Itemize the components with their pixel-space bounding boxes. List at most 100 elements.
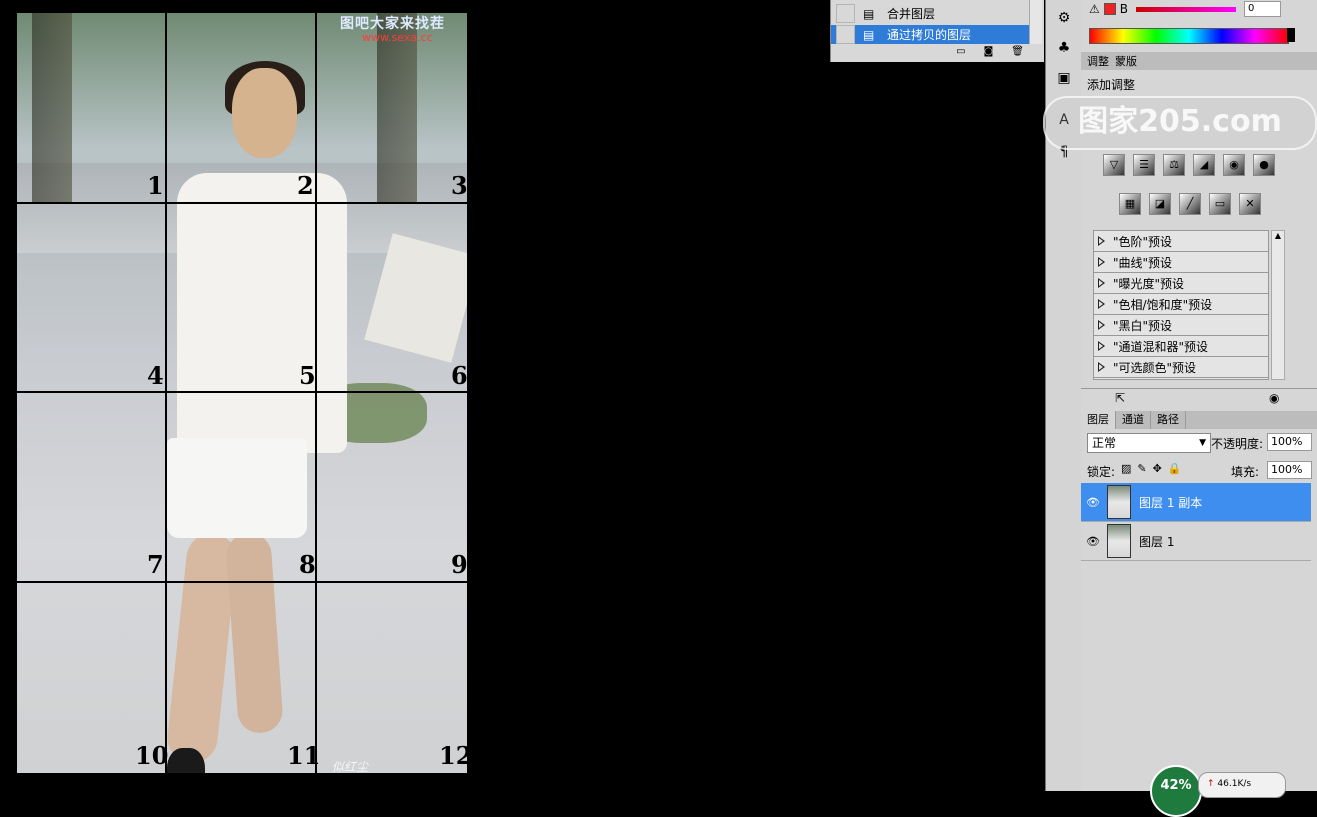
snapshot-icon[interactable]: ◙: [984, 46, 994, 62]
preset-label: "可选颜色"预设: [1113, 360, 1197, 375]
layers-panel-tabs: 图层 通道 路径: [1081, 411, 1317, 429]
expand-triangle-icon: [1098, 362, 1105, 372]
chevron-down-icon: ▼: [1199, 438, 1206, 448]
color-spectrum[interactable]: [1089, 28, 1289, 44]
watermark-title: 图吧大家来找茬: [340, 16, 445, 32]
tab-masks[interactable]: 蒙版: [1115, 53, 1137, 69]
color-swatch[interactable]: [1103, 3, 1116, 15]
channel-value-input[interactable]: 0: [1244, 1, 1281, 17]
watermark-url: www.sexa.cc: [362, 31, 433, 44]
channel-label: B: [1119, 2, 1128, 16]
history-item-merge[interactable]: ▤ 合并图层: [831, 4, 1029, 23]
tab-channels[interactable]: 通道: [1116, 411, 1151, 429]
expand-triangle-icon: [1098, 341, 1105, 351]
history-snapshot-checkbox[interactable]: [836, 4, 855, 23]
grid-line: [17, 202, 467, 204]
photo-filter-icon[interactable]: ◉: [1223, 154, 1245, 176]
lock-image-icon[interactable]: ✎: [1137, 462, 1146, 475]
expand-triangle-icon: [1098, 320, 1105, 330]
lock-transparent-icon[interactable]: ▨: [1121, 462, 1131, 475]
layer-row[interactable]: 👁 图层 1 副本: [1081, 483, 1311, 522]
color-balance-icon[interactable]: ⚖: [1163, 154, 1185, 176]
preset-label: "曝光度"预设: [1113, 276, 1185, 291]
watermark-signature: 似红尘: [332, 760, 369, 773]
adjustment-presets-list: "色阶"预设 "曲线"预设 "曝光度"预设 "色相/饱和度"预设 "黑白"预设 …: [1093, 230, 1269, 380]
preset-black-white[interactable]: "黑白"预设: [1094, 315, 1268, 336]
history-item-label: 合并图层: [887, 7, 936, 21]
opacity-input[interactable]: 100%: [1267, 433, 1312, 451]
blend-mode-select[interactable]: 正常 ▼: [1087, 433, 1211, 453]
grid-cell-number: 5: [299, 361, 316, 390]
threshold-icon[interactable]: ◪: [1149, 193, 1171, 215]
history-panel: ▤ 合并图层 ▤ 通过拷贝的图层 ▭ ◙ 🗑: [830, 0, 1044, 62]
preset-selective-color[interactable]: "可选颜色"预设: [1094, 357, 1268, 378]
channel-slider[interactable]: [1136, 6, 1236, 12]
tab-layers[interactable]: 图层: [1081, 411, 1116, 429]
grid-cell-number: 11: [287, 741, 321, 770]
preset-hue-saturation[interactable]: "色相/饱和度"预设: [1094, 294, 1268, 315]
invert-icon[interactable]: ▽: [1103, 154, 1125, 176]
network-speed: ↑ 46.1K/s: [1198, 772, 1286, 798]
history-snapshot-checkbox[interactable]: [836, 25, 855, 44]
trash-icon[interactable]: 🗑: [1011, 46, 1024, 62]
grid-cell-number: 3: [451, 171, 467, 200]
hdr-toning-icon[interactable]: ✕: [1239, 193, 1261, 215]
layer-row[interactable]: 👁 图层 1: [1081, 522, 1311, 561]
brush-settings-icon[interactable]: ⚙: [1054, 8, 1074, 28]
preset-curves[interactable]: "曲线"预设: [1094, 252, 1268, 273]
site-watermark: 图家205.com: [1043, 96, 1317, 150]
history-scrollbar[interactable]: [1029, 0, 1042, 44]
lock-position-icon[interactable]: ✥: [1153, 462, 1162, 475]
preset-levels[interactable]: "色阶"预设: [1094, 231, 1268, 252]
presets-scrollbar[interactable]: ▲: [1271, 230, 1285, 380]
photo-person: [137, 43, 467, 773]
tool-presets-icon[interactable]: ▣: [1054, 68, 1074, 88]
channel-mixer-icon[interactable]: ●: [1253, 154, 1275, 176]
gradient-map-icon[interactable]: ╱: [1179, 193, 1201, 215]
tab-paths[interactable]: 路径: [1151, 411, 1186, 429]
eye-icon[interactable]: 👁: [1081, 496, 1105, 509]
preset-channel-mixer[interactable]: "通道混和器"预设: [1094, 336, 1268, 357]
fill-input[interactable]: 100%: [1267, 461, 1312, 479]
preset-exposure[interactable]: "曝光度"预设: [1094, 273, 1268, 294]
posterize-icon[interactable]: ☰: [1133, 154, 1155, 176]
eye-icon[interactable]: 👁: [1081, 535, 1105, 548]
grid-cell-number: 6: [451, 361, 467, 390]
grid-cell-number: 12: [439, 741, 467, 770]
layer-name: 图层 1: [1139, 534, 1175, 549]
photo-tree: [32, 13, 72, 203]
photo-leg: [225, 531, 284, 735]
gradient-icon[interactable]: ▭: [1209, 193, 1231, 215]
clip-icon[interactable]: ◉: [1269, 391, 1279, 405]
warning-icon: ⚠: [1089, 2, 1100, 16]
color-panel-channel-b: ⚠ B 0: [1089, 0, 1309, 18]
color-spectrum-black[interactable]: [1287, 28, 1295, 42]
grid-cell-number: 7: [147, 550, 164, 579]
preset-label: "通道混和器"预设: [1113, 339, 1209, 354]
preset-label: "色阶"预设: [1113, 234, 1173, 249]
grid-line: [315, 13, 317, 773]
layer-thumbnail: [1107, 524, 1131, 558]
expand-triangle-icon: [1098, 236, 1105, 246]
grid-cell-number: 10: [135, 741, 169, 770]
selective-color-icon[interactable]: ▦: [1119, 193, 1141, 215]
grid-line: [17, 581, 467, 583]
history-item-layer-via-copy[interactable]: ▤ 通过拷贝的图层: [831, 25, 1029, 44]
clone-source-icon[interactable]: ♣: [1054, 38, 1074, 58]
new-document-icon[interactable]: ▭: [956, 46, 965, 62]
upload-arrow-icon: ↑: [1207, 779, 1215, 789]
history-step-icon: ▤: [863, 27, 875, 42]
photo-skirt: [167, 438, 307, 538]
photo-shoe: [167, 748, 205, 773]
layer-name: 图层 1 副本: [1139, 495, 1203, 510]
cpu-usage-badge[interactable]: 42%: [1150, 765, 1202, 817]
preset-label: "色相/饱和度"预设: [1113, 297, 1213, 312]
preset-label: "曲线"预设: [1113, 255, 1173, 270]
fill-label: 填充:: [1231, 465, 1260, 479]
lock-all-icon[interactable]: 🔒: [1168, 462, 1182, 475]
tab-adjustments[interactable]: 调整: [1087, 53, 1109, 69]
return-icon[interactable]: ⇱: [1115, 391, 1125, 405]
canvas-image[interactable]: 图吧大家来找茬 www.sexa.cc 似红尘 1 2 3 4 5 6 7 8 …: [17, 13, 467, 773]
adjustments-tabs: 调整 蒙版: [1081, 52, 1317, 70]
black-white-icon[interactable]: ◢: [1193, 154, 1215, 176]
